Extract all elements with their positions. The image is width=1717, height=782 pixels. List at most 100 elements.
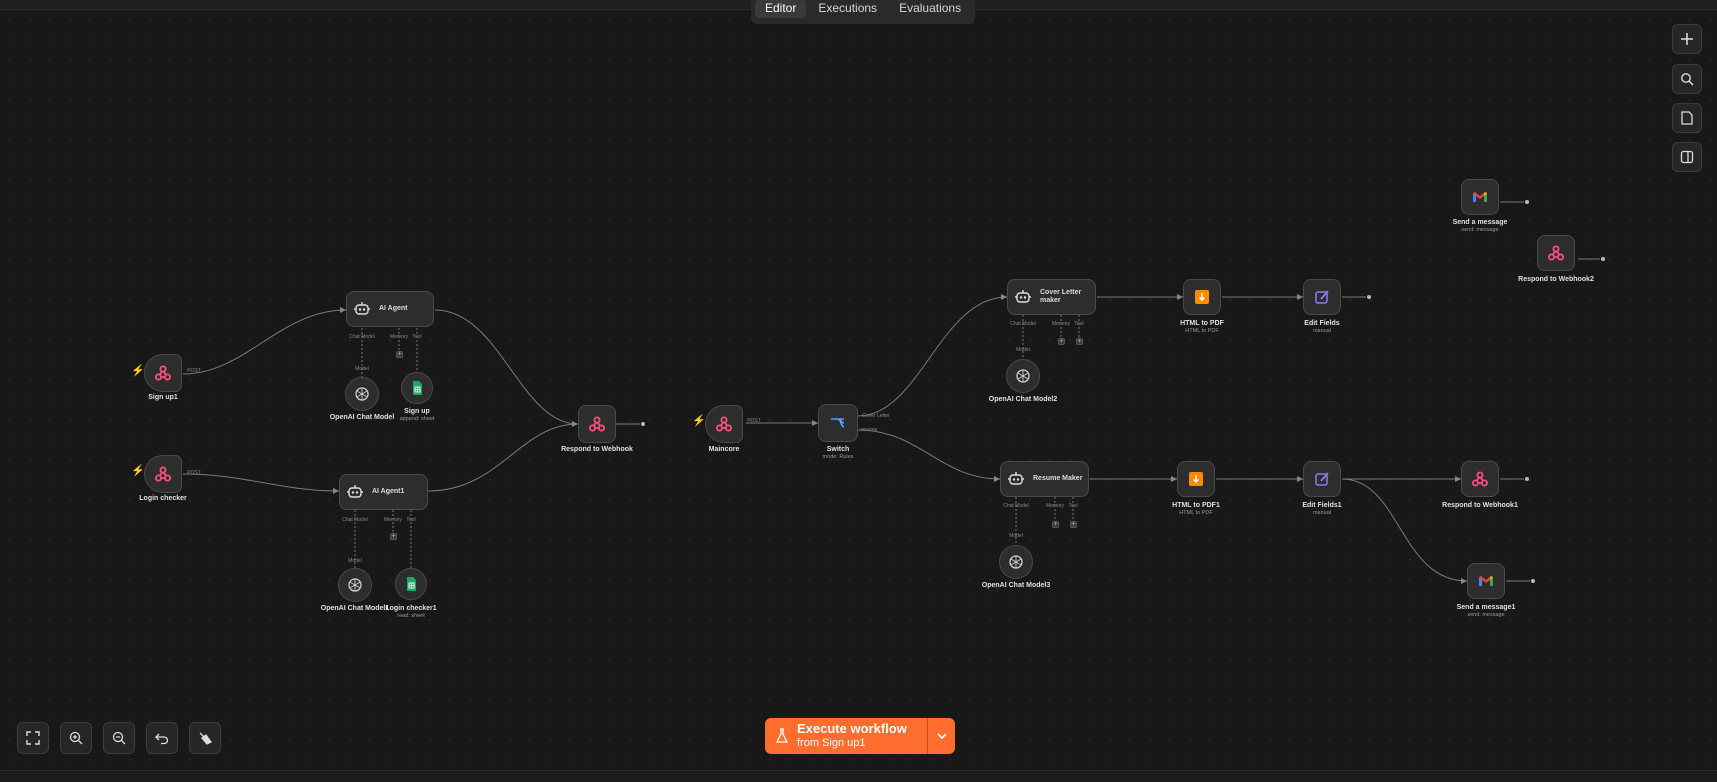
port-label-chat-model: Chat Model <box>342 517 368 523</box>
zoom-in-icon <box>69 731 83 745</box>
node-label: Maincore <box>708 446 740 453</box>
tab-evaluations[interactable]: Evaluations <box>889 0 971 18</box>
node-ai-agent1[interactable]: AI Agent1 <box>339 474 428 510</box>
port-label-tool: Tool <box>1074 321 1084 327</box>
add-memory-button[interactable]: + <box>1052 521 1059 528</box>
port-label-chat-model: Chat Model <box>1010 321 1036 327</box>
connection <box>1341 478 1468 582</box>
node-cover-letter-maker[interactable]: Cover Letter maker <box>1007 279 1096 315</box>
node-label: OpenAI Chat Model1 <box>320 605 390 612</box>
port-label-memory: Memory <box>1051 321 1071 327</box>
port-label-post: POST <box>187 368 201 374</box>
port-label-model: Model <box>1016 347 1030 353</box>
node-sign-up1[interactable] <box>144 354 182 392</box>
webhook-icon <box>1548 245 1564 261</box>
node-openai-chat-model3[interactable] <box>999 545 1033 579</box>
node-label: OpenAI Chat Model <box>329 414 395 421</box>
node-openai-chat-model2[interactable] <box>1006 359 1040 393</box>
html-pdf-icon <box>1188 471 1204 487</box>
node-switch[interactable] <box>818 404 858 442</box>
openai-icon <box>1016 369 1030 383</box>
workflow-canvas[interactable] <box>0 10 1717 770</box>
tab-executions[interactable]: Executions <box>808 0 887 18</box>
node-login-checker[interactable] <box>144 455 182 493</box>
openai-icon <box>1009 555 1023 569</box>
openai-icon <box>355 387 369 401</box>
node-label: HTML to PDF <box>1180 320 1224 327</box>
add-node-button[interactable] <box>1672 24 1702 54</box>
node-subtitle: manual <box>1312 510 1332 516</box>
search-button[interactable] <box>1672 64 1702 94</box>
node-sign-up[interactable] <box>401 372 433 404</box>
node-label: Respond to Webhook1 <box>1442 502 1518 509</box>
node-respond-to-webhook[interactable] <box>578 405 616 443</box>
port-label-tool: Tool <box>1068 503 1078 509</box>
zoom-out-button[interactable] <box>103 722 135 754</box>
node-title: Resume Maker <box>1033 475 1083 482</box>
add-memory-button[interactable]: + <box>396 351 403 358</box>
node-respond-to-webhook1[interactable] <box>1461 461 1499 497</box>
add-tool-button[interactable]: + <box>1076 338 1083 345</box>
node-send-a-message1[interactable] <box>1467 563 1505 599</box>
execute-workflow-button[interactable]: Execute workflow from Sign up1 <box>765 718 955 754</box>
node-html-to-pdf[interactable] <box>1183 279 1221 315</box>
gmail-icon <box>1479 576 1493 586</box>
connection <box>857 429 1001 480</box>
node-subtitle: mode: Rules <box>822 454 854 460</box>
gmail-icon <box>1473 192 1487 202</box>
view-tabs: Editor Executions Evaluations <box>751 0 976 24</box>
add-tool-button[interactable]: + <box>1070 521 1077 528</box>
tidy-up-button[interactable] <box>189 722 221 754</box>
node-label: Login checker1 <box>385 605 437 612</box>
sticky-note-button[interactable] <box>1672 103 1702 133</box>
port-label-tool: Tool <box>412 334 422 340</box>
execute-workflow-main[interactable]: Execute workflow from Sign up1 <box>765 718 928 754</box>
node-respond-to-webhook2[interactable] <box>1537 235 1575 271</box>
node-label: Sign up <box>404 408 430 415</box>
port-label-model: Model <box>348 558 362 564</box>
add-memory-button[interactable]: + <box>390 533 397 540</box>
execute-workflow-sublabel: from Sign up1 <box>797 737 866 749</box>
google-sheets-icon <box>412 380 423 396</box>
toggle-panel-button[interactable] <box>1672 142 1702 172</box>
node-openai-chat-model[interactable] <box>345 377 379 411</box>
add-memory-button[interactable]: + <box>1058 338 1065 345</box>
node-maincore[interactable] <box>705 405 743 443</box>
node-send-a-message[interactable] <box>1461 179 1499 215</box>
webhook-icon <box>1472 471 1488 487</box>
node-subtitle: send: message <box>1461 227 1499 233</box>
zoom-out-icon <box>112 731 126 745</box>
robot-icon <box>1014 289 1032 303</box>
webhook-icon <box>154 365 172 381</box>
port-label-chat-model: Chat Model <box>349 334 375 340</box>
zoom-to-fit-button[interactable] <box>17 722 49 754</box>
port-label-post: POST <box>747 418 761 424</box>
port-label-post: POST <box>187 470 201 476</box>
zoom-in-button[interactable] <box>60 722 92 754</box>
webhook-icon <box>589 416 605 432</box>
node-subtitle: send: message <box>1467 612 1505 618</box>
fit-view-icon <box>26 731 40 745</box>
node-openai-chat-model1[interactable] <box>338 568 372 602</box>
flask-icon <box>775 728 789 743</box>
html-pdf-icon <box>1194 289 1210 305</box>
node-ai-agent[interactable]: AI Agent <box>346 291 434 327</box>
node-edit-fields[interactable] <box>1303 279 1341 315</box>
port-label-tool: Tool <box>406 517 416 523</box>
tab-editor[interactable]: Editor <box>755 0 807 18</box>
port-label-memory: Memory <box>389 334 409 340</box>
node-login-checker1[interactable] <box>395 568 427 600</box>
undo-button[interactable] <box>146 722 178 754</box>
node-html-to-pdf1[interactable] <box>1177 461 1215 497</box>
connection <box>857 296 1008 417</box>
port-label-model: Model <box>1009 533 1023 539</box>
openai-icon <box>348 578 362 592</box>
node-resume-maker[interactable]: Resume Maker <box>1000 461 1089 497</box>
node-title: AI Agent <box>379 305 408 312</box>
node-edit-fields1[interactable] <box>1303 461 1341 497</box>
connections-layer <box>182 200 1605 584</box>
execute-options-dropdown[interactable] <box>928 718 955 754</box>
switch-icon <box>830 418 845 428</box>
node-label: Send a message <box>1452 219 1508 226</box>
connection <box>182 473 340 492</box>
